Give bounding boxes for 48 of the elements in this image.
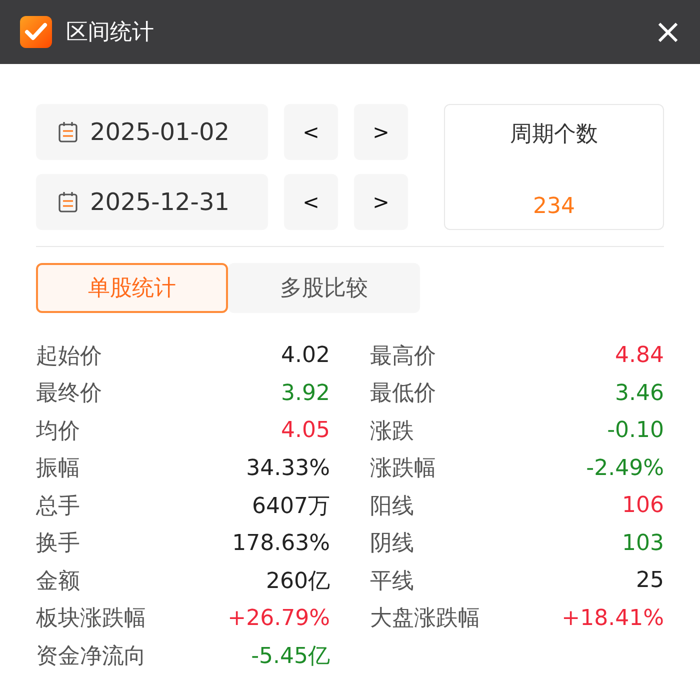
stat-label: 平线 (370, 568, 414, 596)
stat-value: 4.02 (281, 343, 330, 368)
window-title: 区间统计 (66, 19, 155, 47)
stat-value: 4.84 (615, 343, 664, 368)
stat-label: 最终价 (36, 380, 102, 408)
stat-label: 资金净流向 (36, 642, 146, 671)
stat-value: 106 (622, 493, 664, 518)
stat-label: 板块涨跌幅 (36, 605, 146, 634)
calendar-icon (58, 121, 78, 143)
stat-value: 260亿 (266, 568, 330, 596)
stat-value: -5.45亿 (251, 642, 330, 671)
stat-label: 均价 (36, 418, 80, 446)
next-button[interactable]: > (354, 174, 408, 230)
close-button[interactable]: × (652, 12, 684, 52)
checkmark-logo-icon (20, 16, 52, 48)
previous-button[interactable]: < (284, 174, 338, 230)
stat-label: 总手 (36, 492, 80, 521)
stat-label: 大盘涨跌幅 (370, 605, 480, 634)
next-button[interactable]: > (354, 104, 408, 160)
stat-value: +26.79% (228, 606, 330, 631)
stat-value: -0.10 (607, 418, 664, 444)
stat-value: 3.92 (281, 380, 330, 406)
previous-button[interactable]: < (284, 104, 338, 160)
date-field[interactable]: 2025-01-02 (36, 104, 268, 160)
stat-label: 涨跌幅 (370, 455, 436, 484)
stat-label: 阴线 (370, 530, 414, 558)
stat-value: 25 (636, 568, 664, 594)
stat-value: -2.49% (586, 456, 664, 481)
stat-label: 最高价 (370, 342, 436, 371)
calendar-icon (58, 191, 78, 213)
stat-value: 4.05 (281, 418, 330, 444)
stat-value: 3.46 (615, 380, 664, 406)
period-count-value: 234 (533, 194, 575, 219)
stat-label: 换手 (36, 530, 80, 558)
stat-label: 金额 (36, 568, 80, 596)
stat-value: 178.63% (232, 530, 330, 556)
stat-value: 103 (622, 530, 664, 556)
stat-value: 6407万 (252, 492, 330, 521)
stat-value: +18.41% (562, 606, 664, 631)
stat-label: 阳线 (370, 492, 414, 521)
stat-label: 涨跌 (370, 418, 414, 446)
stat-value: 34.33% (246, 456, 330, 481)
stat-label: 振幅 (36, 455, 80, 484)
tab[interactable]: 多股比较 (228, 263, 420, 313)
date-field[interactable]: 2025-12-31 (36, 174, 268, 230)
period-count-label: 周期个数 (510, 121, 598, 149)
stat-label: 最低价 (370, 380, 436, 408)
stat-label: 起始价 (36, 342, 102, 371)
